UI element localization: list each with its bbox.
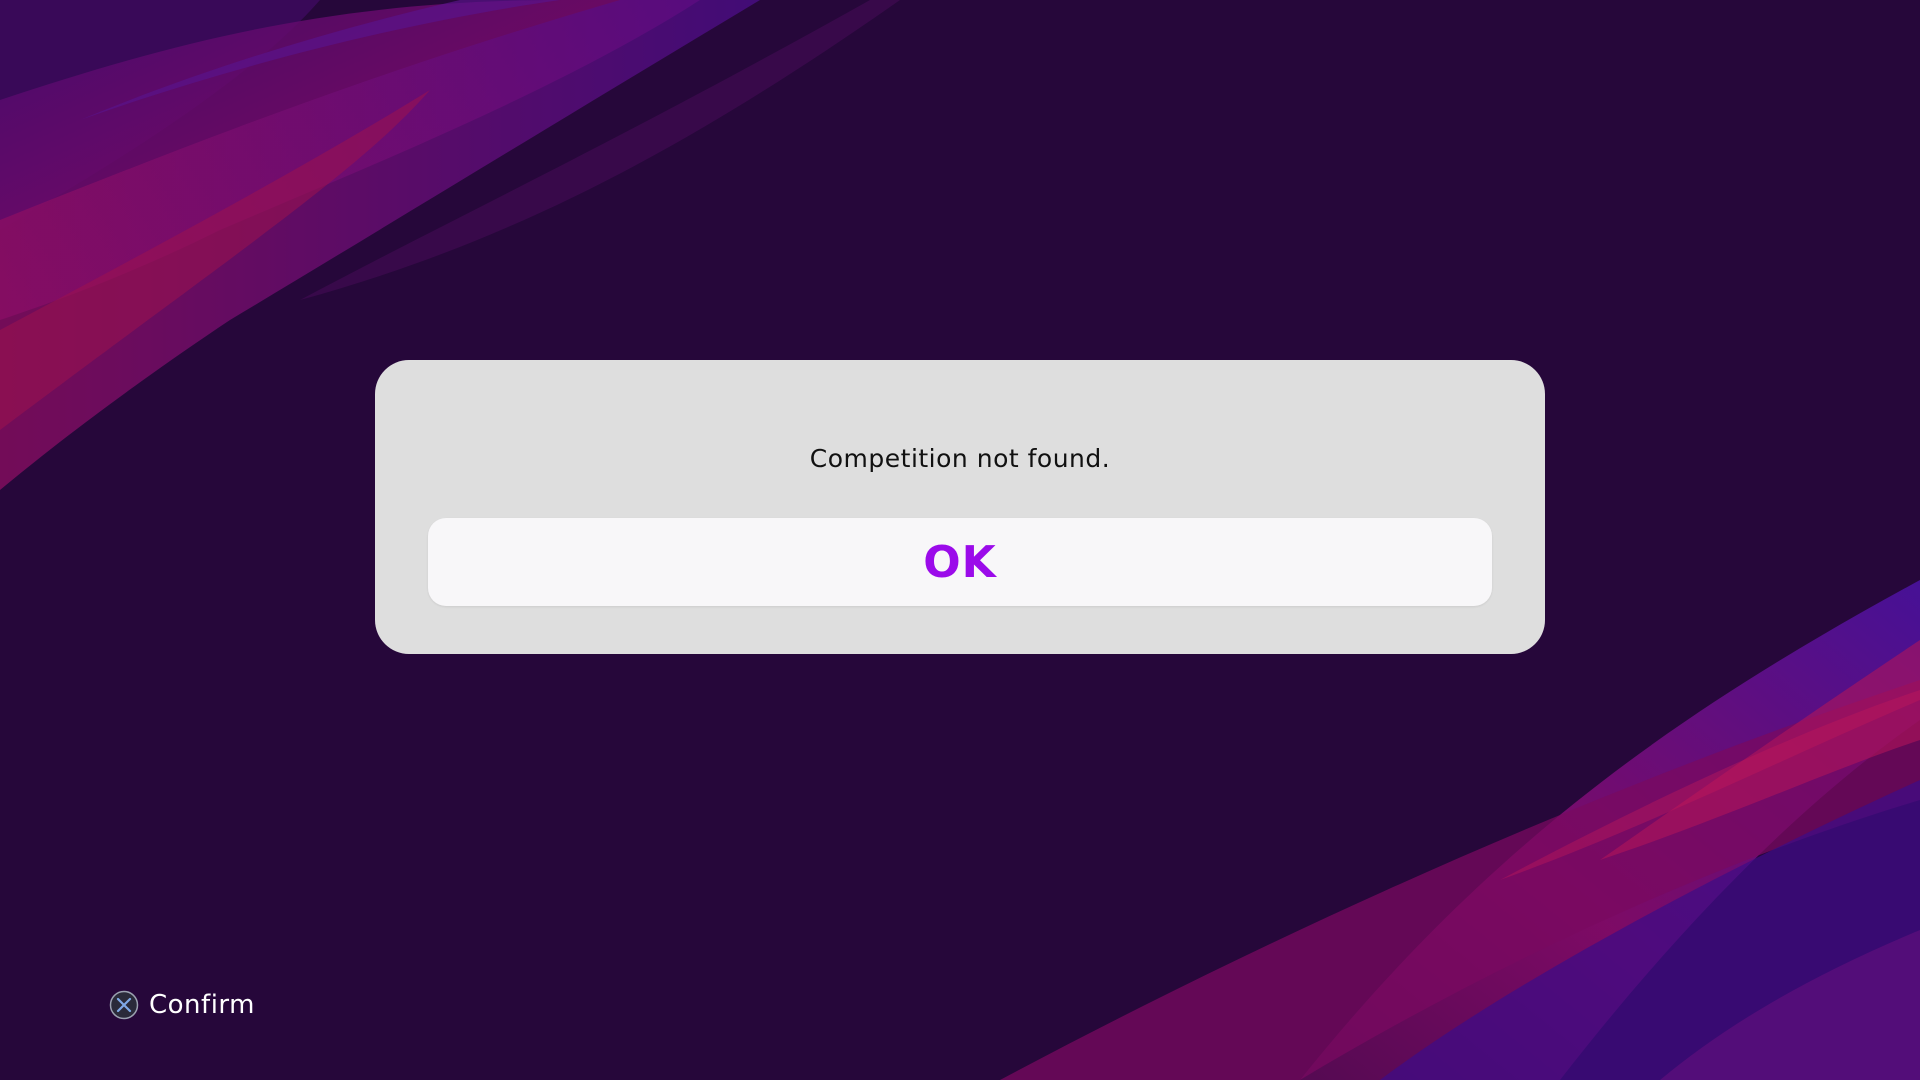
screen: Competition not found. OK Confirm — [0, 0, 1920, 1080]
ok-button-label: OK — [923, 536, 997, 588]
confirm-hint[interactable]: Confirm — [109, 989, 255, 1021]
confirm-label: Confirm — [149, 990, 255, 1020]
cross-button-icon — [109, 990, 139, 1020]
ok-button[interactable]: OK — [428, 518, 1492, 606]
error-dialog: Competition not found. OK — [375, 360, 1545, 654]
dialog-message: Competition not found. — [809, 444, 1111, 473]
